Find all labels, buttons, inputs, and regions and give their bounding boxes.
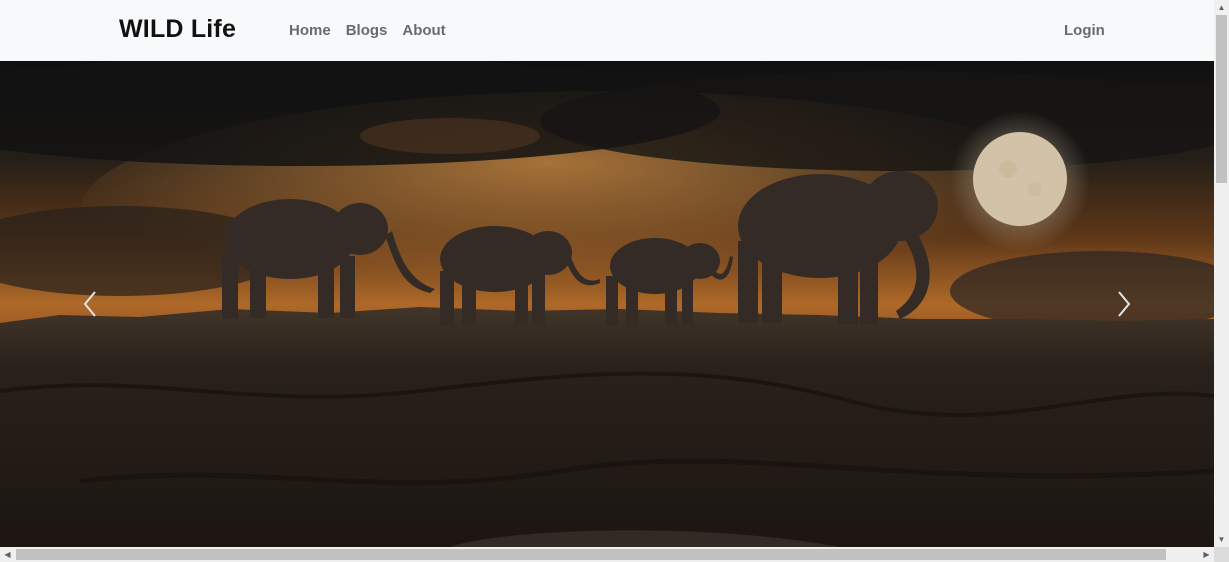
vertical-scrollbar[interactable]: ▲ ▼ xyxy=(1214,0,1229,547)
chevron-right-icon xyxy=(1118,291,1131,317)
horizontal-scroll-thumb[interactable] xyxy=(16,549,1166,560)
carousel-prev-button[interactable] xyxy=(0,61,180,547)
hero-carousel xyxy=(0,61,1214,547)
top-navbar: WILD Life Home Blogs About Login xyxy=(0,0,1214,61)
nav-link-about[interactable]: About xyxy=(402,22,445,39)
chevron-left-icon xyxy=(83,291,96,317)
scroll-up-arrow-icon[interactable]: ▲ xyxy=(1214,0,1229,15)
carousel-next-button[interactable] xyxy=(1034,61,1214,547)
hero-image xyxy=(0,61,1214,547)
scroll-left-arrow-icon[interactable]: ◀ xyxy=(0,547,15,562)
brand-logo[interactable]: WILD Life xyxy=(119,15,236,44)
scroll-right-arrow-icon[interactable]: ▶ xyxy=(1199,547,1214,562)
nav-links: Home Blogs About xyxy=(289,22,446,39)
nav-link-home[interactable]: Home xyxy=(289,22,331,39)
horizontal-scrollbar[interactable]: ◀ ▶ xyxy=(0,547,1214,562)
vertical-scroll-thumb[interactable] xyxy=(1216,15,1227,183)
scroll-down-arrow-icon[interactable]: ▼ xyxy=(1214,532,1229,547)
scrollbar-corner xyxy=(1214,547,1229,562)
nav-link-blogs[interactable]: Blogs xyxy=(346,22,388,39)
login-link[interactable]: Login xyxy=(1064,22,1105,39)
